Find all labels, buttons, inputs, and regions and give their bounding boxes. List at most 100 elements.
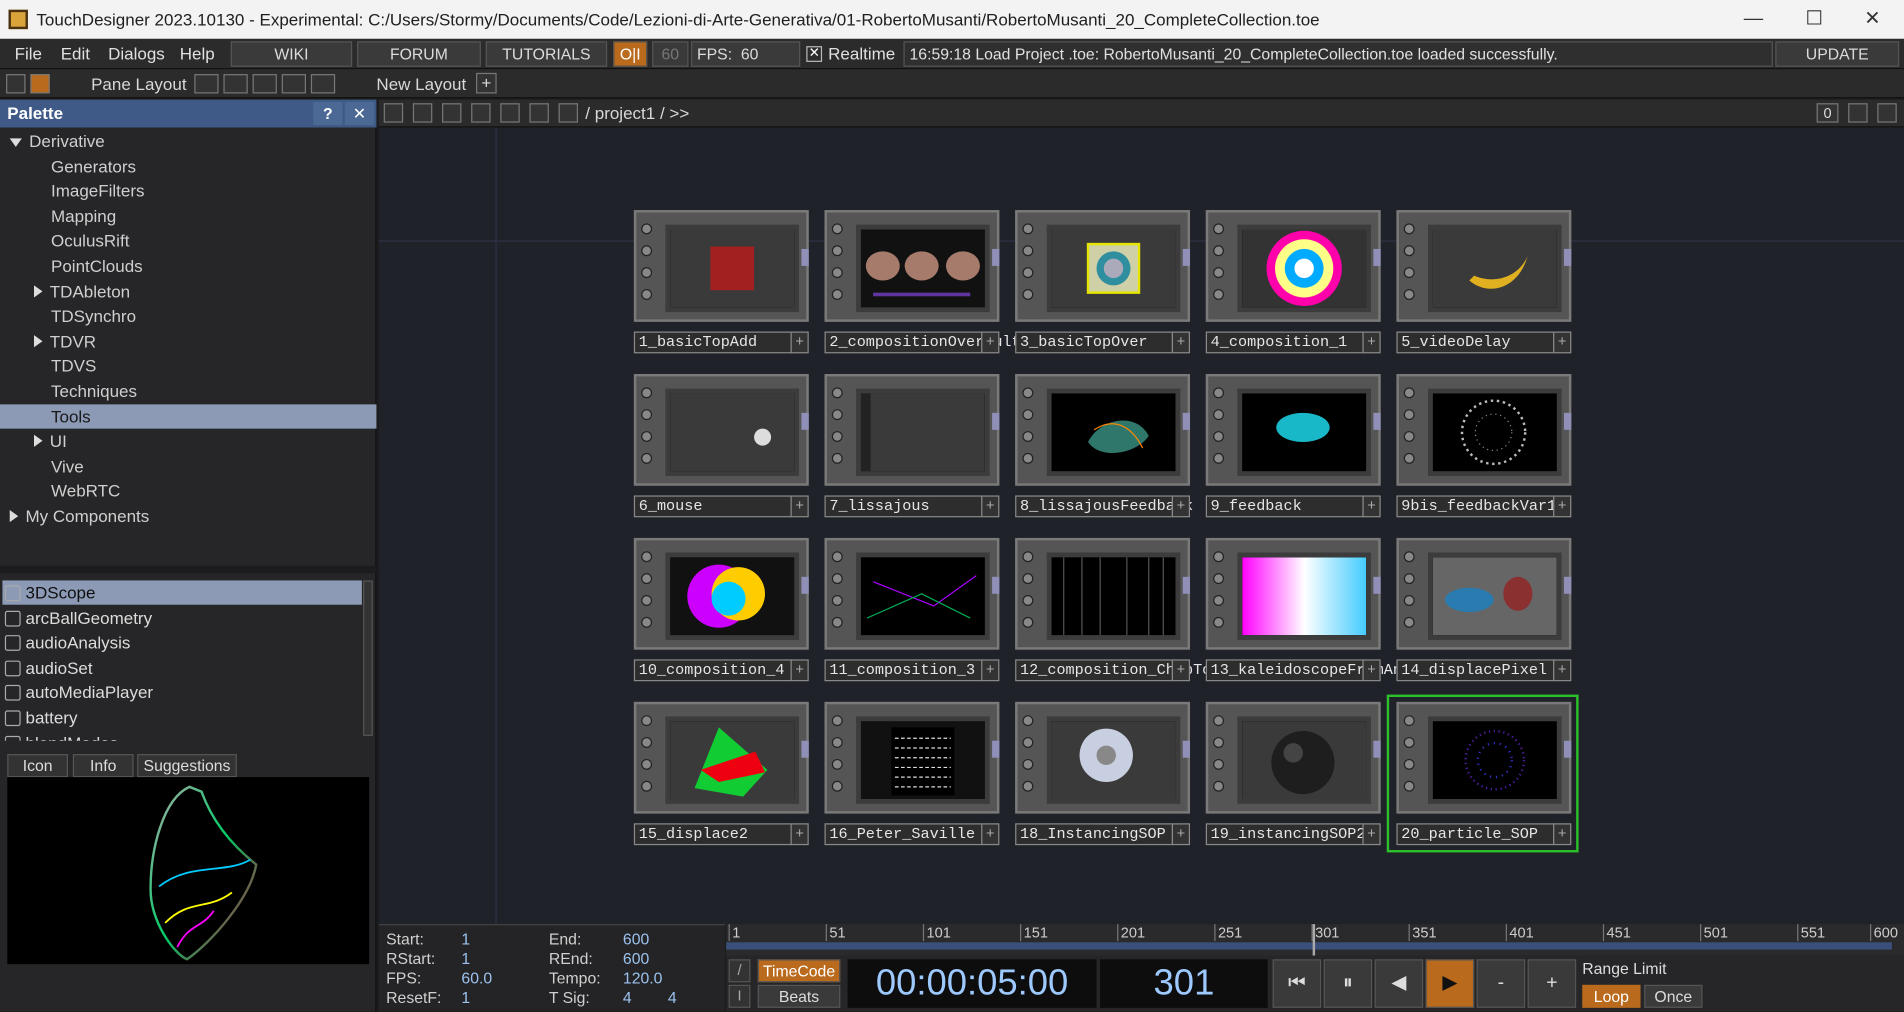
download-icon[interactable] xyxy=(1877,103,1897,123)
network-path[interactable]: / project1 / >> xyxy=(585,100,689,128)
node-name[interactable]: 20_particle_SOP xyxy=(1396,823,1555,846)
node-body[interactable] xyxy=(633,210,809,322)
pin-flag-icon[interactable] xyxy=(831,409,843,421)
bypass-flag-icon[interactable] xyxy=(1213,595,1225,606)
node-flags[interactable] xyxy=(1020,381,1037,483)
output-connector[interactable] xyxy=(1564,248,1572,266)
lock-flag-icon[interactable] xyxy=(641,452,653,464)
palette-help-button[interactable]: ? xyxy=(313,102,343,126)
oi-button[interactable]: O|I xyxy=(613,41,648,67)
node-add-icon[interactable]: + xyxy=(1553,495,1572,518)
beats-button[interactable]: Beats xyxy=(757,984,841,1008)
bypass-flag-icon[interactable] xyxy=(641,267,653,279)
node-flags[interactable] xyxy=(829,709,846,811)
node-name[interactable]: 11_composition_3 xyxy=(824,659,983,682)
output-connector[interactable] xyxy=(801,412,809,430)
output-connector[interactable] xyxy=(1182,576,1191,594)
network-node[interactable]: 5_videoDelay + xyxy=(1396,210,1572,354)
viewer-flag-icon[interactable] xyxy=(641,551,653,563)
add-icon[interactable] xyxy=(500,103,520,123)
pin-flag-icon[interactable] xyxy=(641,245,653,257)
node-add-icon[interactable]: + xyxy=(1553,823,1572,846)
node-name[interactable]: 13_kaleidoscopeFromAnalyze xyxy=(1205,659,1448,682)
palette-tree-item[interactable]: My Components xyxy=(0,504,376,528)
bypass-flag-icon[interactable] xyxy=(1403,267,1415,279)
network-node[interactable]: 16_Peter_Saville + xyxy=(824,701,1000,846)
pin-flag-icon[interactable] xyxy=(1213,573,1225,585)
node-name[interactable]: 18_InstancingSOP xyxy=(1015,823,1174,846)
node-add-icon[interactable]: + xyxy=(1171,495,1191,518)
node-flags[interactable] xyxy=(639,217,656,319)
node-body[interactable] xyxy=(1205,210,1381,322)
timecode-display[interactable]: 00:00:05:00 xyxy=(847,959,1097,1008)
tab-info[interactable]: Info xyxy=(72,754,134,778)
component-list-item[interactable]: autoMediaPlayer xyxy=(2,680,361,704)
lock-flag-icon[interactable] xyxy=(1022,780,1034,792)
lock-flag-icon[interactable] xyxy=(1213,780,1225,792)
viewer-flag-icon[interactable] xyxy=(1213,223,1225,235)
palette-tree-item[interactable]: TDVS xyxy=(0,354,376,378)
node-name[interactable]: 1_basicTopAdd xyxy=(633,331,792,354)
node-flags[interactable] xyxy=(829,217,846,319)
node-add-icon[interactable]: + xyxy=(1362,331,1381,354)
palette-tree-item[interactable]: Vive xyxy=(0,454,376,478)
node-flags[interactable] xyxy=(1401,709,1418,811)
timeline-ruler[interactable]: 1 51 101 151 201 251 301 351 401 451 501 551 600 xyxy=(726,924,1904,956)
node-flags[interactable] xyxy=(1401,217,1418,319)
tutorials-button[interactable]: TUTORIALS xyxy=(485,41,608,67)
pin-flag-icon[interactable] xyxy=(641,409,653,421)
palette-tree-item[interactable]: PointClouds xyxy=(0,254,376,278)
tab-suggestions[interactable]: Suggestions xyxy=(137,754,237,778)
pin-flag-icon[interactable] xyxy=(1403,573,1415,585)
realtime-checkbox[interactable]: ✕ xyxy=(806,46,823,62)
wiki-button[interactable]: WIKI xyxy=(230,41,353,67)
network-node[interactable]: 13_kaleidoscopeFromAnalyze + xyxy=(1205,537,1448,682)
dropdown-icon[interactable] xyxy=(383,103,404,123)
pause-icon[interactable]: ⏸ xyxy=(1323,959,1373,1008)
network-node[interactable]: 14_displacePixel + xyxy=(1396,537,1572,682)
node-flags[interactable] xyxy=(1211,709,1228,811)
palette-tree-item[interactable]: Techniques xyxy=(0,379,376,403)
output-connector[interactable] xyxy=(801,740,809,758)
output-connector[interactable] xyxy=(992,576,1000,594)
lock-flag-icon[interactable] xyxy=(831,616,843,628)
palette-tree-item[interactable]: WebRTC xyxy=(0,479,376,503)
viewer-flag-icon[interactable] xyxy=(1022,387,1034,399)
viewer-flag-icon[interactable] xyxy=(641,223,653,235)
star-icon[interactable] xyxy=(529,103,549,123)
home-network-icon[interactable] xyxy=(558,103,579,123)
layout-split-h-icon[interactable] xyxy=(252,74,277,94)
palette-tree-item[interactable]: ImageFilters xyxy=(0,179,376,203)
node-flags[interactable] xyxy=(1020,545,1037,647)
forward-icon[interactable] xyxy=(471,103,491,123)
fps-time-value[interactable]: 60.0 xyxy=(461,969,492,987)
output-connector[interactable] xyxy=(801,576,809,594)
collapse-arrow-icon[interactable] xyxy=(34,434,43,448)
pin-flag-icon[interactable] xyxy=(1022,573,1034,585)
node-add-icon[interactable]: + xyxy=(790,495,809,518)
viewer-flag-icon[interactable] xyxy=(831,387,843,399)
pin-flag-icon[interactable] xyxy=(1022,737,1034,749)
node-add-icon[interactable]: + xyxy=(1553,331,1572,354)
node-body[interactable] xyxy=(1396,374,1572,486)
output-connector[interactable] xyxy=(1373,248,1381,266)
node-name[interactable]: 6_mouse xyxy=(633,495,792,518)
viewer-flag-icon[interactable] xyxy=(1403,715,1415,727)
node-body[interactable] xyxy=(824,374,1000,486)
tsig-b[interactable]: 4 xyxy=(668,988,677,1006)
node-flags[interactable] xyxy=(1020,709,1037,811)
node-add-icon[interactable]: + xyxy=(1362,823,1381,846)
rewind-icon[interactable]: ⏮ xyxy=(1272,959,1322,1008)
node-body[interactable] xyxy=(1205,374,1381,486)
output-connector[interactable] xyxy=(1182,740,1191,758)
plus-icon[interactable]: + xyxy=(1527,959,1577,1008)
bypass-flag-icon[interactable] xyxy=(1403,431,1415,443)
node-add-icon[interactable]: + xyxy=(1171,659,1191,682)
node-add-icon[interactable]: + xyxy=(981,823,1000,846)
node-name[interactable]: 3_basicTopOver xyxy=(1015,331,1174,354)
output-connector[interactable] xyxy=(1564,412,1572,430)
node-name[interactable]: 12_composition_ChopTo xyxy=(1015,659,1211,682)
node-flags[interactable] xyxy=(829,545,846,647)
output-connector[interactable] xyxy=(992,248,1000,266)
output-connector[interactable] xyxy=(1564,576,1572,594)
